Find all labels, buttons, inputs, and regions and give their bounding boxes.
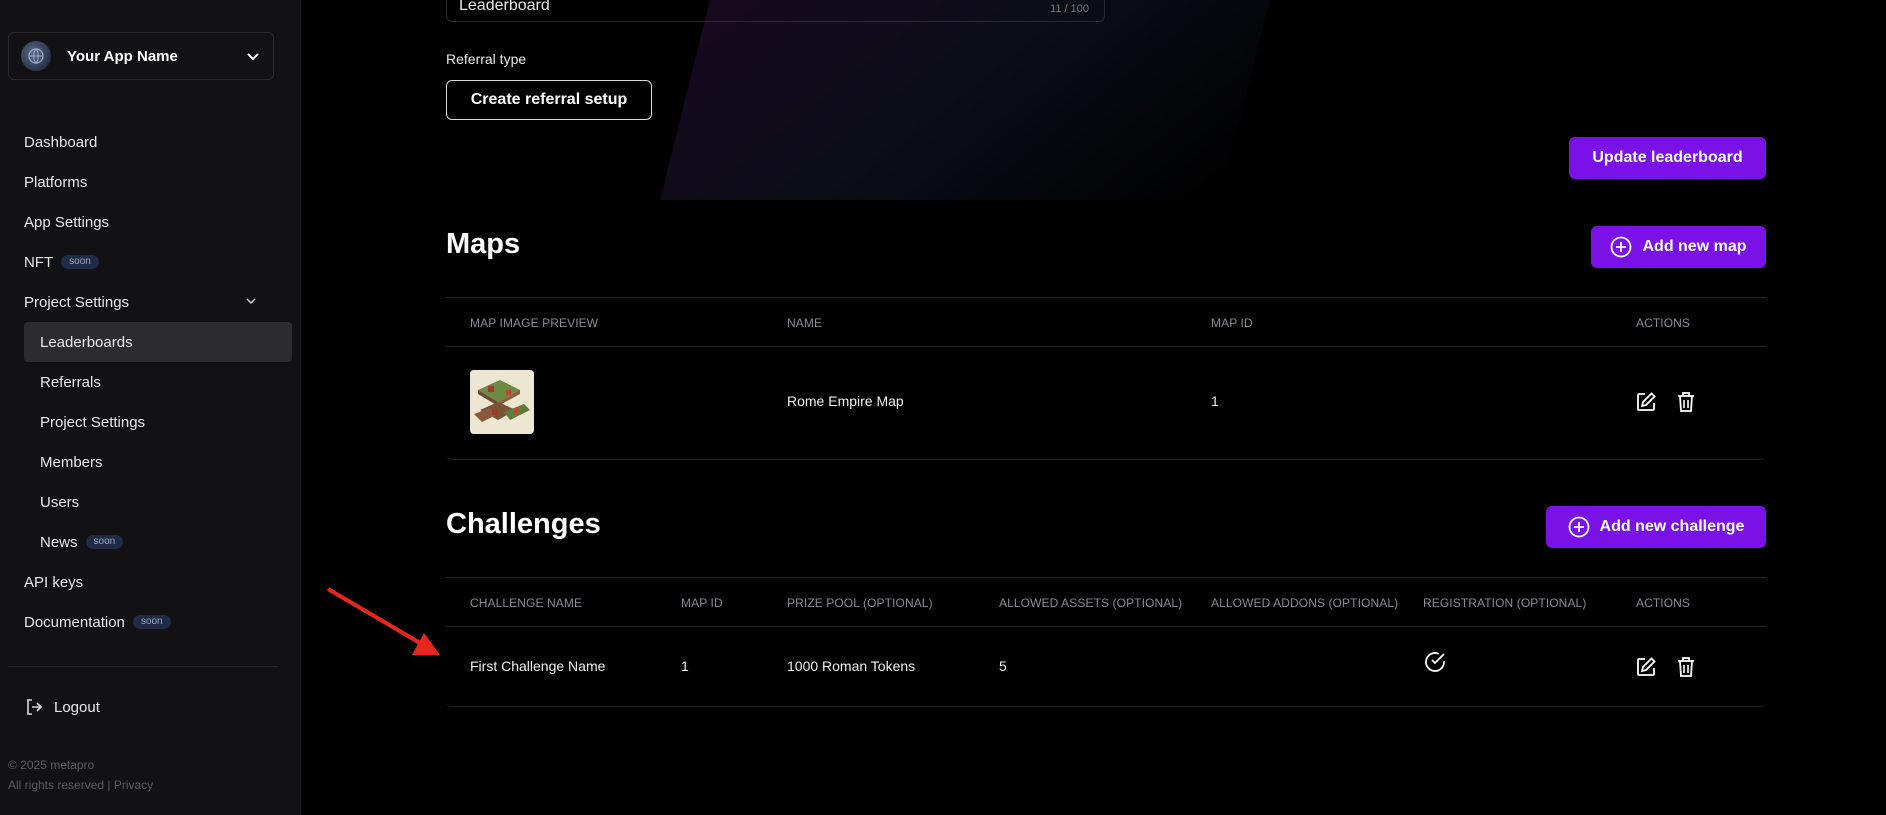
column-header: Challenge name — [470, 596, 583, 610]
app-name: Your App Name — [67, 47, 178, 65]
column-header: Allowed addons (optional) — [1211, 596, 1399, 610]
sidebar-item-project-settings-sub[interactable]: Project Settings — [40, 412, 145, 432]
sidebar-item-api-keys[interactable]: API keys — [24, 572, 83, 592]
char-counter: 11 / 100 — [1050, 3, 1089, 15]
map-image-preview — [470, 370, 534, 434]
map-name: Rome Empire Map — [787, 393, 904, 409]
sidebar-item-label: Project Settings — [24, 293, 130, 311]
logout-button[interactable]: Logout — [24, 697, 100, 717]
soon-badge: soon — [85, 535, 124, 549]
column-header: Prize pool (optional) — [787, 596, 933, 610]
add-new-challenge-button[interactable]: Add new challenge — [1546, 506, 1766, 548]
header-divider — [446, 346, 1766, 347]
column-header: Actions — [1636, 596, 1691, 610]
sidebar-item-members[interactable]: Members — [40, 452, 103, 472]
footer-rights[interactable]: All rights reserved | Privacy — [8, 778, 153, 792]
logout-label: Logout — [54, 698, 100, 716]
challenge-prize-pool: 1000 Roman Tokens — [787, 658, 916, 674]
header-divider — [446, 626, 1766, 627]
sidebar-item-label: Platforms — [24, 173, 88, 191]
trash-icon[interactable] — [1674, 655, 1698, 679]
column-header: Name — [787, 316, 823, 330]
sidebar-item-label: Documentation — [24, 613, 125, 631]
sidebar-item-label: Project Settings — [40, 413, 146, 431]
annotation-arrow-icon — [326, 587, 440, 655]
referral-type-label: Referral type — [446, 51, 527, 67]
soon-badge: soon — [132, 615, 171, 629]
challenge-map-id: 1 — [681, 658, 689, 674]
sidebar-item-documentation[interactable]: Documentation soon — [24, 612, 171, 632]
logout-icon — [27, 699, 43, 715]
sidebar-item-label: Dashboard — [24, 133, 98, 151]
check-circle-icon — [1425, 652, 1445, 672]
sidebar-item-project-settings[interactable]: Project Settings — [24, 292, 129, 312]
app-switcher[interactable]: Your App Name — [8, 32, 274, 80]
update-leaderboard-button[interactable]: Update leaderboard — [1569, 137, 1766, 179]
sidebar-item-label: News — [40, 533, 78, 551]
edit-icon[interactable] — [1634, 390, 1658, 414]
sidebar-item-referrals[interactable]: Referrals — [40, 372, 101, 392]
sidebar-item-label: App Settings — [24, 213, 110, 231]
footer-copyright: © 2025 metapro — [8, 758, 95, 772]
maps-title: Maps — [446, 228, 521, 260]
add-new-challenge-label: Add new challenge — [1599, 518, 1745, 535]
sidebar-item-users[interactable]: Users — [40, 492, 79, 512]
add-new-map-label: Add new map — [1642, 238, 1747, 255]
challenge-name: First Challenge Name — [470, 658, 606, 674]
sidebar-item-dashboard[interactable]: Dashboard — [24, 132, 97, 152]
sidebar-item-app-settings[interactable]: App Settings — [24, 212, 109, 232]
app-avatar — [21, 41, 51, 71]
challenge-allowed-assets: 5 — [999, 658, 1007, 674]
create-referral-setup-button[interactable]: Create referral setup — [446, 80, 652, 120]
sidebar-item-leaderboards[interactable]: Leaderboards — [40, 332, 133, 352]
leaderboard-name-input[interactable]: Leaderboard 11 / 100 — [446, 0, 1105, 22]
sidebar-item-label: NFT — [24, 253, 54, 271]
column-header: Map ID — [681, 596, 723, 610]
trash-icon[interactable] — [1674, 390, 1698, 414]
sidebar-item-label: Members — [40, 453, 103, 471]
column-header: Actions — [1636, 316, 1691, 330]
sidebar-item-label: API keys — [24, 573, 84, 591]
sidebar-item-nft[interactable]: NFT soon — [24, 252, 99, 272]
edit-icon[interactable] — [1634, 655, 1658, 679]
chevron-down-icon[interactable] — [244, 294, 258, 308]
column-header: Map ID — [1211, 316, 1253, 330]
sidebar-item-news[interactable]: News soon — [40, 532, 124, 552]
map-id: 1 — [1211, 393, 1219, 409]
soon-badge: soon — [61, 255, 99, 269]
sidebar: Your App Name Dashboard Platforms App Se… — [0, 0, 301, 815]
sidebar-item-platforms[interactable]: Platforms — [24, 172, 87, 192]
sidebar-item-label: Referrals — [40, 373, 101, 391]
background-decoration — [660, 0, 1280, 200]
sidebar-item-label: Leaderboards — [40, 333, 133, 351]
plus-circle-icon — [1611, 236, 1632, 258]
leaderboard-name-value: Leaderboard — [459, 0, 550, 14]
maps-table: Map image preview Name Map ID Actions Ro… — [446, 297, 1766, 460]
sidebar-divider — [8, 666, 278, 667]
chevron-down-icon — [247, 53, 259, 61]
column-header: Registration (optional) — [1423, 596, 1587, 610]
sidebar-item-label: Users — [40, 493, 80, 511]
challenges-table: Challenge name Map ID Prize pool (option… — [446, 577, 1766, 707]
column-header: Allowed assets (optional) — [999, 596, 1183, 610]
column-header: Map image preview — [470, 316, 599, 330]
plus-circle-icon — [1568, 516, 1589, 538]
challenges-title: Challenges — [446, 508, 601, 540]
add-new-map-button[interactable]: Add new map — [1591, 226, 1766, 268]
